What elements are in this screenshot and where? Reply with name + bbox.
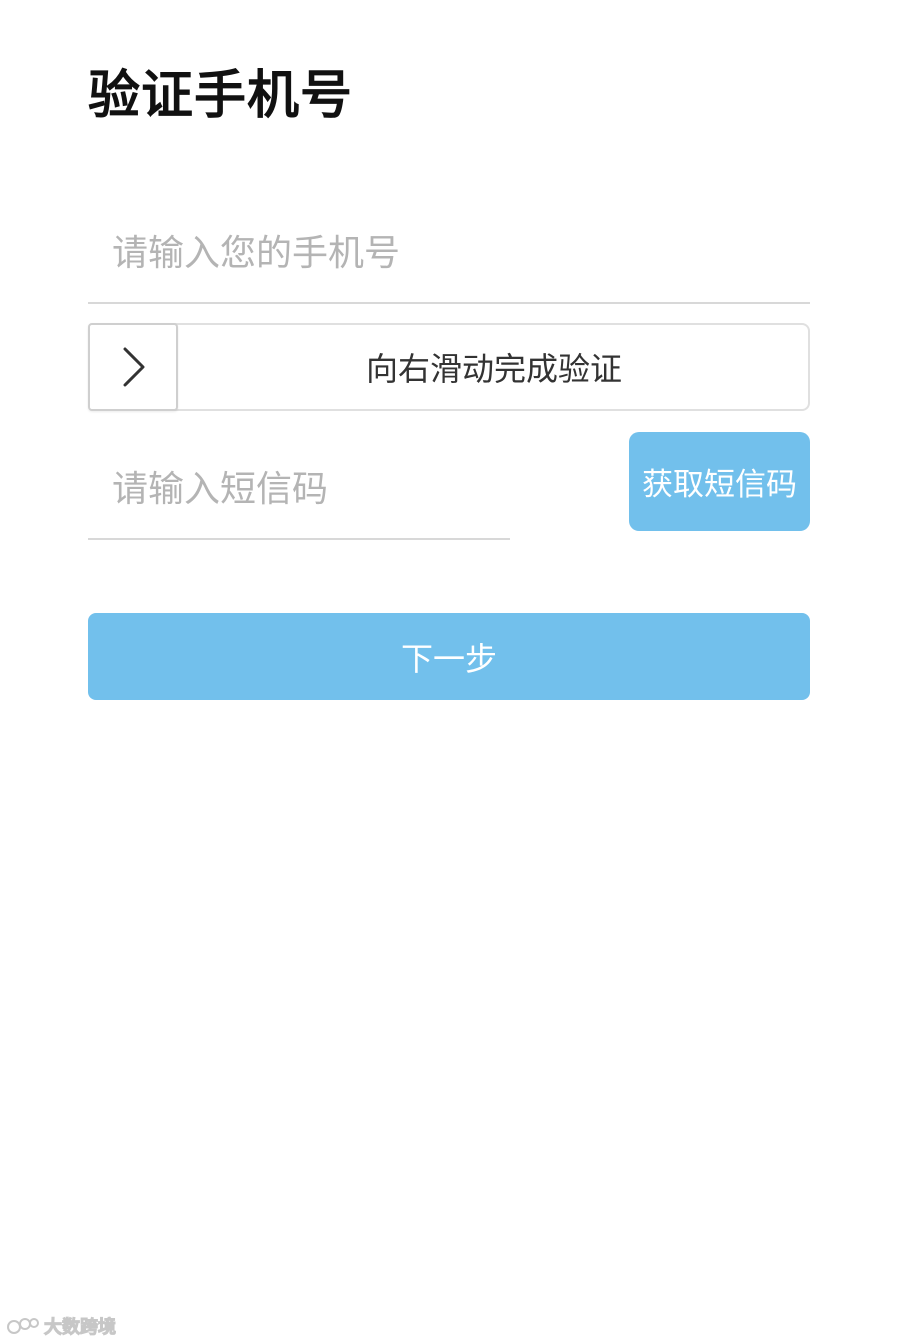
watermark: 大数跨境	[6, 1313, 117, 1339]
phone-input[interactable]	[88, 204, 810, 302]
sms-code-input[interactable]	[88, 440, 510, 538]
chevron-right-icon	[123, 347, 145, 387]
phone-field	[88, 204, 810, 304]
page-title: 验证手机号	[88, 66, 354, 126]
next-step-button[interactable]: 下一步	[88, 613, 810, 700]
slider-handle[interactable]	[88, 323, 178, 411]
verify-phone-page: 验证手机号 向右滑动完成验证 获取短信码 下一步 大数跨境	[0, 0, 900, 1343]
brand-logo-icon	[7, 1318, 39, 1334]
slider-label: 向右滑动完成验证	[365, 350, 622, 388]
sms-code-field	[88, 440, 510, 540]
slide-verify-slider: 向右滑动完成验证	[88, 323, 810, 411]
get-sms-code-button[interactable]: 获取短信码	[629, 432, 810, 531]
watermark-text: 大数跨境	[44, 1317, 117, 1339]
